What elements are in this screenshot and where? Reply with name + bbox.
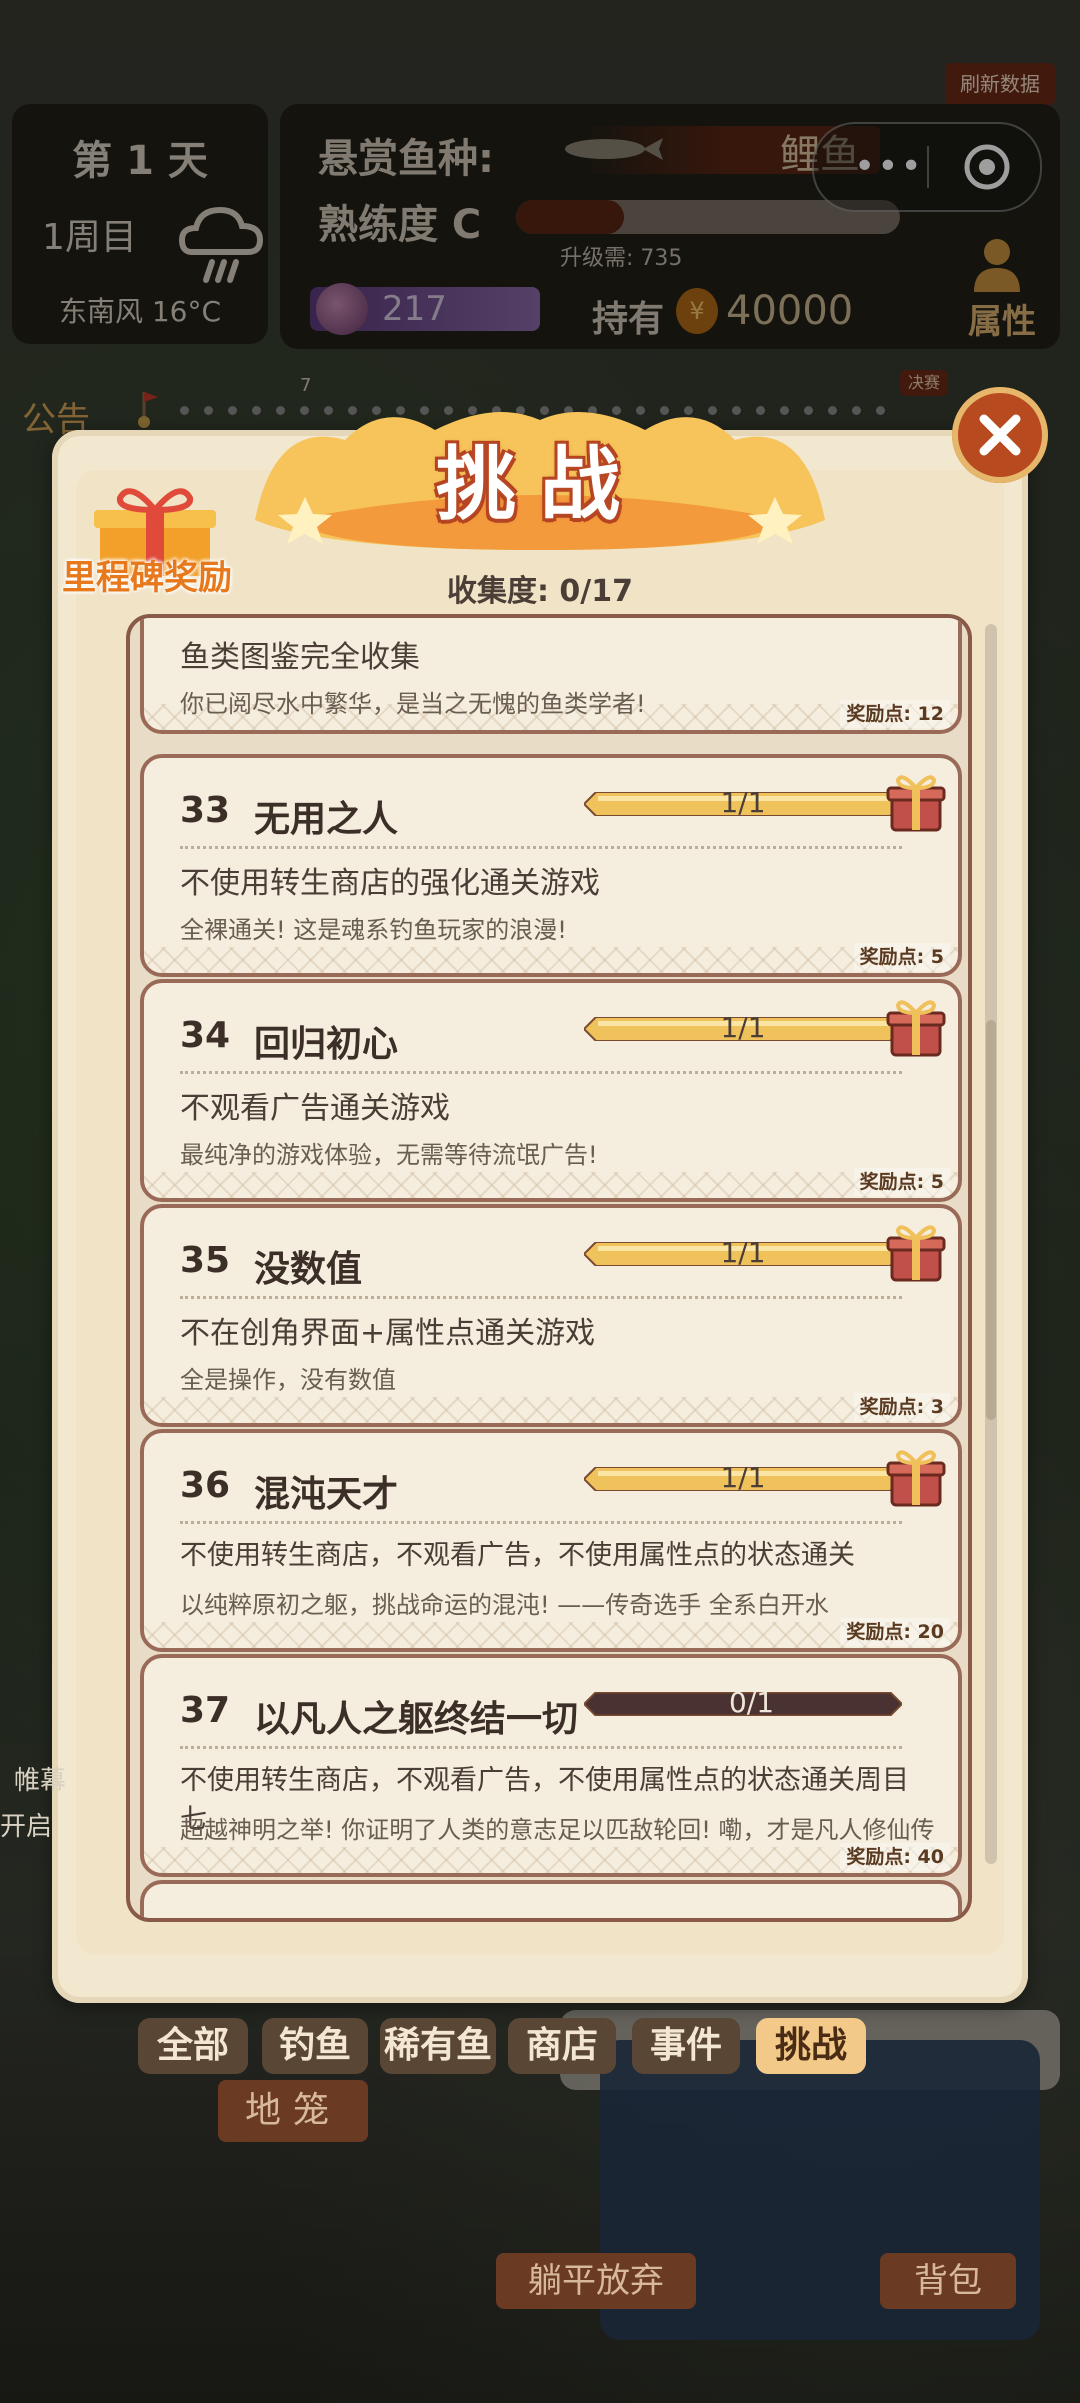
card-divider — [180, 846, 902, 849]
challenge-number: 34 — [180, 1015, 231, 1056]
tab-2[interactable]: 稀有鱼 — [380, 2018, 496, 2074]
tab-5[interactable]: 挑战 — [756, 2018, 866, 2074]
reward-points: 奖励点: 5 — [853, 1168, 950, 1196]
reward-points: 奖励点: 40 — [840, 1843, 950, 1871]
trap-button[interactable]: 地笼 — [218, 2080, 368, 2142]
reward-gift-icon[interactable] — [886, 1445, 946, 1507]
challenge-card: 33 无用之人 1/1 不使用转生商店的强化通关游戏全裸通关! 这是魂系钓鱼玩家的浪漫… — [140, 754, 962, 977]
challenge-flavor: 以纯粹原初之躯，挑战命运的混沌! ——传奇选手 全系白开水 — [180, 1591, 829, 1619]
challenge-card: 37 以凡人之躯终结一切 0/1 不使用转生商店，不观看广告，不使用属性点的状态通关周… — [140, 1654, 962, 1877]
side-text-a: 帷幕 — [14, 1766, 67, 1796]
challenge-title: 回归初心 — [254, 1024, 399, 1065]
reward-points: 奖励点: 5 — [853, 943, 950, 971]
challenge-list[interactable]: 鱼类图鉴完全收集你已阅尽水中繁华，是当之无愧的鱼类学者! 奖励点: 12 33 无用之… — [126, 614, 972, 1922]
challenge-progress-text: 1/1 — [720, 1461, 766, 1494]
tab-0[interactable]: 全部 — [138, 2018, 248, 2074]
challenge-number: 35 — [180, 1240, 231, 1281]
card-pattern — [144, 947, 958, 973]
card-divider — [180, 1071, 902, 1074]
bag-button[interactable]: 背包 — [880, 2253, 1016, 2309]
challenge-card-partial — [140, 1880, 962, 1918]
challenge-flavor: 超越神明之举! 你证明了人类的意志足以匹敌轮回! 嘞，才是凡人修仙传 — [180, 1816, 935, 1844]
reward-gift-icon[interactable] — [886, 1220, 946, 1282]
challenge-description: 不观看广告通关游戏 — [180, 1091, 450, 1126]
collection-progress: 收集度: 0/17 — [446, 574, 634, 609]
card-pattern — [144, 1397, 958, 1423]
challenge-card: 34 回归初心 1/1 不观看广告通关游戏最纯净的游戏体验，无需等待流氓广告! 奖励点:… — [140, 979, 962, 1202]
card-pattern — [144, 1847, 958, 1873]
card-pattern — [144, 1622, 958, 1648]
card-divider — [180, 1296, 902, 1299]
challenge-title: 以凡人之躯终结一切 — [254, 1699, 579, 1740]
reward-points: 奖励点: 20 — [840, 1618, 950, 1646]
challenge-flavor: 最纯净的游戏体验，无需等待流氓广告! — [180, 1141, 598, 1169]
challenge-number: 37 — [180, 1690, 231, 1731]
tab-4[interactable]: 事件 — [632, 2018, 740, 2074]
close-icon — [979, 414, 1021, 456]
challenge-progress-text: 1/1 — [720, 786, 766, 819]
challenge-flavor: 你已阅尽水中繁华，是当之无愧的鱼类学者! — [180, 690, 646, 718]
reward-points: 奖励点: 12 — [840, 700, 950, 728]
challenge-description: 不使用转生商店的强化通关游戏 — [180, 866, 600, 901]
challenge-title: 混沌天才 — [254, 1474, 399, 1515]
challenge-number: 33 — [180, 790, 231, 831]
tab-1[interactable]: 钓鱼 — [262, 2018, 368, 2074]
challenge-description: 不使用转生商店，不观看广告，不使用属性点的状态通关 — [180, 1540, 855, 1571]
give-up-button[interactable]: 躺平放弃 — [496, 2253, 696, 2309]
challenge-card-partial: 鱼类图鉴完全收集你已阅尽水中繁华，是当之无愧的鱼类学者! 奖励点: 12 — [140, 618, 962, 734]
scrollbar-thumb[interactable] — [986, 1020, 996, 1420]
reward-gift-icon[interactable] — [886, 995, 946, 1057]
challenge-progress-text: 0/1 — [728, 1686, 775, 1719]
challenge-card: 36 混沌天才 1/1 不使用转生商店，不观看广告，不使用属性点的状态通关 以纯粹原初之… — [140, 1429, 962, 1652]
challenge-description: 不在创角界面+属性点通关游戏 — [180, 1316, 596, 1351]
challenge-progress-text: 1/1 — [720, 1011, 766, 1044]
card-pattern — [144, 1172, 958, 1198]
challenge-flavor: 全裸通关! 这是魂系钓鱼玩家的浪漫! — [180, 916, 567, 944]
card-divider — [180, 1521, 902, 1524]
challenge-progress-text: 1/1 — [720, 1236, 766, 1269]
reward-points: 奖励点: 3 — [853, 1393, 950, 1421]
close-button[interactable] — [952, 387, 1048, 483]
challenge-title: 无用之人 — [254, 799, 399, 840]
card-divider — [180, 1746, 902, 1749]
side-text-b: 开启 — [0, 1812, 53, 1842]
challenge-number: 36 — [180, 1465, 231, 1506]
challenge-card: 35 没数值 1/1 不在创角界面+属性点通关游戏全是操作，没有数值奖励点: 3 — [140, 1204, 962, 1427]
reward-gift-icon[interactable] — [886, 770, 946, 832]
challenge-title: 没数值 — [254, 1249, 363, 1290]
challenge-title: 鱼类图鉴完全收集 — [180, 640, 420, 675]
tab-3[interactable]: 商店 — [508, 2018, 616, 2074]
challenge-flavor: 全是操作，没有数值 — [180, 1366, 396, 1394]
